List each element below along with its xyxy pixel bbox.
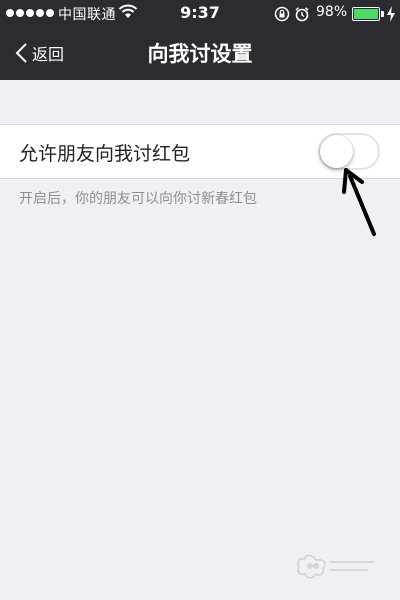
- arrow-icon: [342, 168, 376, 236]
- bolt-icon: [387, 6, 395, 22]
- battery-cap: [381, 11, 384, 17]
- watermark-logo: [297, 554, 374, 579]
- battery-percent: 98%: [316, 4, 348, 20]
- setting-label: 允许朋友向我讨红包: [19, 143, 191, 165]
- page-title: 向我讨设置: [147, 42, 253, 66]
- allow-friends-toggle[interactable]: [318, 133, 380, 170]
- top-bar: 中国联通 9:37 98% 返回 向我讨设置: [0, 0, 400, 80]
- rotation-lock-icon: [274, 6, 290, 22]
- status-bar: 中国联通 9:37 98%: [0, 0, 400, 28]
- battery-icon: [352, 7, 380, 21]
- navigation-bar: 返回 向我讨设置: [0, 28, 400, 80]
- setting-hint: 开启后，你的朋友可以向你讨新春红包: [19, 191, 257, 207]
- alarm-icon: [295, 7, 309, 22]
- toggle-knob: [320, 135, 353, 168]
- battery-fill: [354, 9, 378, 19]
